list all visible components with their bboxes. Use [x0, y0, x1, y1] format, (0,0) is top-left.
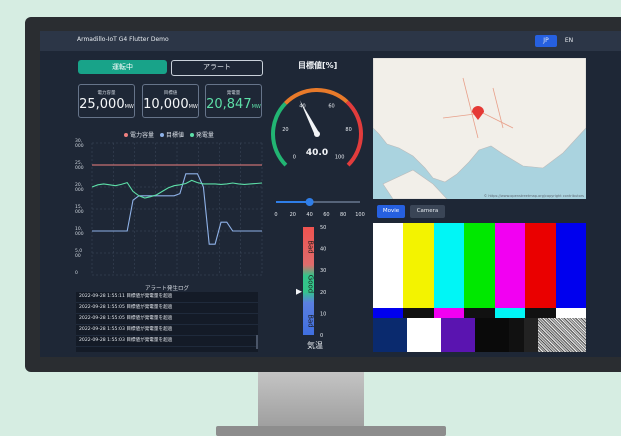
slider-tick-label: 80: [340, 212, 346, 218]
tab-camera[interactable]: Camera: [410, 205, 445, 218]
alert-log-row: 2022-09-28 1:55:03 目標値が発電量を超過: [76, 336, 258, 347]
temperature-zone-label: Bad: [307, 314, 315, 328]
lang-en-button[interactable]: EN: [561, 35, 577, 47]
stat-capacity-label: 電力容量: [97, 91, 116, 96]
slider-thumb[interactable]: [305, 198, 314, 206]
color-bars-top: [373, 223, 586, 308]
stat-generation-value: 20,847MW: [206, 97, 261, 112]
gauge-tick-label: 60: [328, 103, 334, 109]
alert-log-row: 2022-09-28 1:55:05 目標値が発電量を超過: [76, 314, 258, 325]
alert-log-row: 2022-09-28 1:55:11 目標値が発電量を超過: [76, 292, 258, 303]
y-tick-label: 10, 000: [75, 226, 84, 237]
alert-log-title: アラート発生ログ: [145, 286, 190, 292]
stat-capacity: 電力容量 25,000MW: [78, 84, 135, 118]
alert-log-list[interactable]: 2022-09-28 1:55:11 目標値が発電量を超過 2022-09-28…: [76, 292, 258, 352]
y-tick-label: 30, 000: [75, 138, 84, 149]
app-screen: Armadillo-IoT G4 Flutter Demo JP EN 運転中 …: [40, 31, 621, 357]
gauge-arc-green: [271, 101, 288, 167]
alert-log-row: 2022-09-28 1:55:03 目標値が発電量を超過: [76, 325, 258, 336]
video-player[interactable]: [373, 223, 586, 352]
tab-movie[interactable]: Movie: [377, 205, 405, 218]
monitor-stand: [258, 372, 364, 428]
color-bars-mid: [373, 308, 586, 318]
color-bars-bottom: [373, 318, 586, 352]
y-tick-label: 0: [75, 270, 78, 276]
temperature-tick-label: 20: [320, 290, 326, 296]
stat-generation: 発電量 20,847MW: [205, 84, 262, 118]
gauge-needle-icon: [299, 100, 320, 136]
temperature-zone-label: Bad: [307, 240, 315, 254]
y-tick-label: 20, 000: [75, 182, 84, 193]
gauge-hub: [314, 131, 320, 137]
target-gauge: 02040 608010040.0: [271, 88, 363, 167]
app-bar: Armadillo-IoT G4 Flutter Demo JP EN: [40, 31, 621, 51]
stat-capacity-value: 25,000MW: [79, 97, 134, 112]
stat-generation-label: 発電量: [226, 91, 241, 96]
alert-log-row: 2022-09-28 1:55:05 目標値が発電量を超過: [76, 303, 258, 314]
alert-log-scrollbar[interactable]: [256, 335, 258, 349]
monitor-base: [216, 426, 446, 436]
gauge-tick-label: 20: [282, 127, 288, 133]
lang-jp-button[interactable]: JP: [535, 35, 557, 47]
power-line-chart: 0 5,0 00 10, 000 15, 000 20, 000 25, 000 30, 000: [75, 138, 263, 276]
gauge-value-text: 40.0: [306, 148, 328, 158]
gauge-tick-label: 0: [293, 155, 296, 161]
gauge-arc-orange: [283, 88, 349, 105]
temperature-tick-label: 40: [320, 247, 326, 253]
slider-tick-label: 0: [274, 212, 277, 218]
temperature-bar: Bad Good Bad 0 10 20 30 40 50: [296, 225, 326, 339]
map-canvas: [373, 58, 586, 199]
slider-tick-label: 60: [323, 212, 329, 218]
app-title: Armadillo-IoT G4 Flutter Demo: [77, 36, 169, 43]
slider-tick-label: 40: [306, 212, 312, 218]
y-tick-label: 5,0 00: [75, 248, 82, 259]
tab-alert[interactable]: アラート: [171, 60, 263, 76]
temperature-tick-label: 0: [320, 333, 323, 339]
temperature-tick-label: 50: [320, 225, 326, 231]
y-tick-label: 15, 000: [75, 204, 84, 215]
temperature-tick-label: 10: [320, 311, 326, 317]
gauge-tick-label: 80: [345, 127, 351, 133]
gauge-arc-red: [345, 100, 363, 167]
y-tick-label: 25, 000: [75, 160, 84, 171]
slider-tick-label: 100: [355, 212, 365, 218]
stat-target: 目標値 10,000MW: [142, 84, 199, 118]
target-slider[interactable]: 0 20 40 60 80 100: [268, 196, 368, 220]
temperature-label: 気温: [307, 341, 323, 350]
map-credit: © https://www.openstreetmap.org/copyrigh…: [483, 194, 584, 198]
slider-tick-label: 20: [290, 212, 296, 218]
temperature-pointer-icon: [296, 288, 302, 295]
gauge-tick-label: 100: [335, 155, 345, 161]
stat-target-value: 10,000MW: [143, 97, 198, 112]
temperature-tick-label: 30: [320, 268, 326, 274]
temperature-zone-label: Good: [307, 275, 315, 293]
tab-running[interactable]: 運転中: [78, 60, 167, 74]
stat-target-label: 目標値: [163, 91, 178, 96]
gauge-title: 目標値[%]: [298, 61, 338, 70]
map-view[interactable]: © https://www.openstreetmap.org/copyrigh…: [373, 58, 586, 199]
